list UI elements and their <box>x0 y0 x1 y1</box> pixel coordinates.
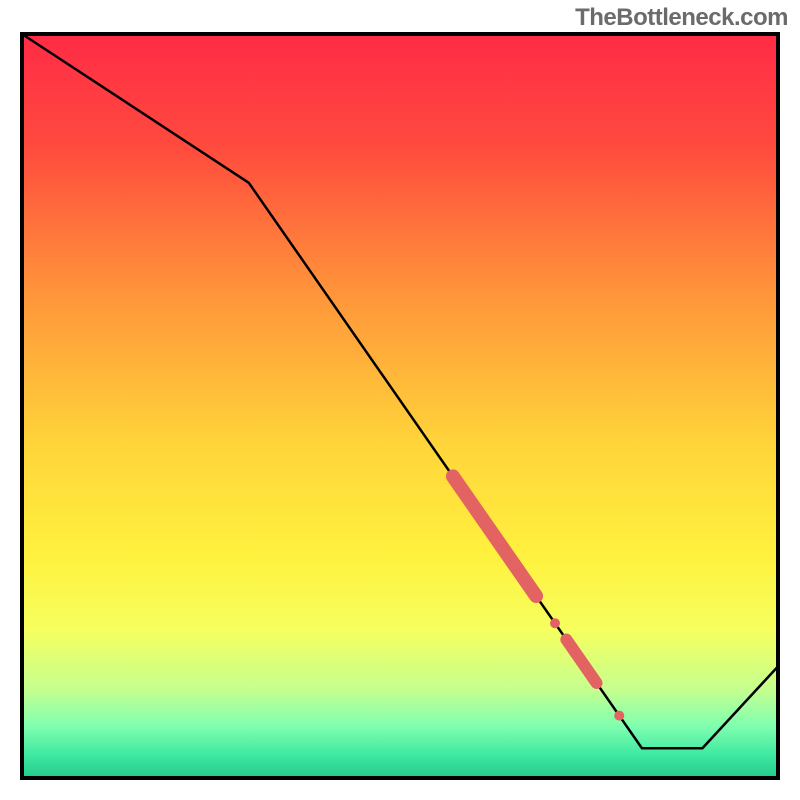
chart-container: TheBottleneck.com <box>0 0 800 800</box>
highlight-dot-1 <box>550 618 560 628</box>
bottleneck-chart <box>0 0 800 800</box>
highlight-dot-2 <box>614 711 624 721</box>
gradient-background <box>22 34 778 778</box>
